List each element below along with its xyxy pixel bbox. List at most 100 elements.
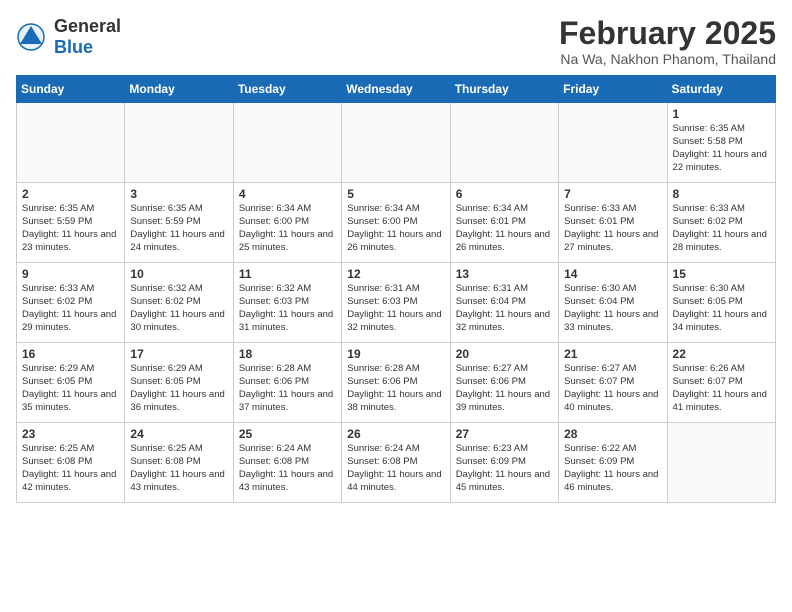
day-info: Sunrise: 6:24 AM Sunset: 6:08 PM Dayligh… xyxy=(239,443,336,494)
day-info: Sunrise: 6:30 AM Sunset: 6:04 PM Dayligh… xyxy=(564,283,661,334)
day-info: Sunrise: 6:29 AM Sunset: 6:05 PM Dayligh… xyxy=(22,363,119,414)
logo-icon xyxy=(16,22,46,52)
day-number: 6 xyxy=(456,187,553,201)
calendar-cell: 28 Sunrise: 6:22 AM Sunset: 6:09 PM Dayli… xyxy=(559,423,667,503)
calendar-cell xyxy=(450,103,558,183)
day-number: 3 xyxy=(130,187,227,201)
day-info: Sunrise: 6:33 AM Sunset: 6:01 PM Dayligh… xyxy=(564,203,661,254)
day-info: Sunrise: 6:35 AM Sunset: 5:59 PM Dayligh… xyxy=(22,203,119,254)
calendar-cell: 4 Sunrise: 6:34 AM Sunset: 6:00 PM Daylig… xyxy=(233,183,341,263)
calendar-cell xyxy=(559,103,667,183)
day-number: 4 xyxy=(239,187,336,201)
weekday-sunday: Sunday xyxy=(17,76,125,103)
day-number: 22 xyxy=(673,347,770,361)
weekday-header-row: SundayMondayTuesdayWednesdayThursdayFrid… xyxy=(17,76,776,103)
logo: General Blue xyxy=(16,16,121,58)
calendar-cell: 16Sunrise: 6:29 AM Sunset: 6:05 PM Dayli… xyxy=(17,343,125,423)
day-info: Sunrise: 6:28 AM Sunset: 6:06 PM Dayligh… xyxy=(239,363,336,414)
calendar-cell: 10 Sunrise: 6:32 AM Sunset: 6:02 PM Dayli… xyxy=(125,263,233,343)
day-number: 27 xyxy=(456,427,553,441)
day-info: Sunrise: 6:33 AM Sunset: 6:02 PM Dayligh… xyxy=(673,203,770,254)
calendar-cell: 23 Sunrise: 6:25 AM Sunset: 6:08 PM Dayli… xyxy=(17,423,125,503)
calendar-cell: 21 Sunrise: 6:27 AM Sunset: 6:07 PM Dayli… xyxy=(559,343,667,423)
calendar-cell: 22 Sunrise: 6:26 AM Sunset: 6:07 PM Dayli… xyxy=(667,343,775,423)
day-info: Sunrise: 6:27 AM Sunset: 6:07 PM Dayligh… xyxy=(564,363,661,414)
day-info: Sunrise: 6:34 AM Sunset: 6:00 PM Dayligh… xyxy=(239,203,336,254)
day-info: Sunrise: 6:29 AM Sunset: 6:05 PM Dayligh… xyxy=(130,363,227,414)
calendar-cell: 17 Sunrise: 6:29 AM Sunset: 6:05 PM Dayli… xyxy=(125,343,233,423)
title-block: February 2025 Na Wa, Nakhon Phanom, Thai… xyxy=(559,16,776,67)
calendar-cell: 9 Sunrise: 6:33 AM Sunset: 6:02 PM Daylig… xyxy=(17,263,125,343)
day-number: 11 xyxy=(239,267,336,281)
day-number: 12 xyxy=(347,267,444,281)
day-info: Sunrise: 6:35 AM Sunset: 5:59 PM Dayligh… xyxy=(130,203,227,254)
day-number: 21 xyxy=(564,347,661,361)
day-number: 14 xyxy=(564,267,661,281)
day-info: Sunrise: 6:26 AM Sunset: 6:07 PM Dayligh… xyxy=(673,363,770,414)
week-row-4: 16Sunrise: 6:29 AM Sunset: 6:05 PM Dayli… xyxy=(17,343,776,423)
calendar-cell: 14 Sunrise: 6:30 AM Sunset: 6:04 PM Dayli… xyxy=(559,263,667,343)
calendar-cell: 2 Sunrise: 6:35 AM Sunset: 5:59 PM Daylig… xyxy=(17,183,125,263)
calendar-cell: 7 Sunrise: 6:33 AM Sunset: 6:01 PM Daylig… xyxy=(559,183,667,263)
calendar-cell: 20 Sunrise: 6:27 AM Sunset: 6:06 PM Dayli… xyxy=(450,343,558,423)
day-number: 7 xyxy=(564,187,661,201)
calendar-cell: 3 Sunrise: 6:35 AM Sunset: 5:59 PM Daylig… xyxy=(125,183,233,263)
day-info: Sunrise: 6:22 AM Sunset: 6:09 PM Dayligh… xyxy=(564,443,661,494)
day-info: Sunrise: 6:34 AM Sunset: 6:01 PM Dayligh… xyxy=(456,203,553,254)
day-number: 24 xyxy=(130,427,227,441)
day-info: Sunrise: 6:32 AM Sunset: 6:03 PM Dayligh… xyxy=(239,283,336,334)
day-info: Sunrise: 6:31 AM Sunset: 6:03 PM Dayligh… xyxy=(347,283,444,334)
calendar-cell: 6 Sunrise: 6:34 AM Sunset: 6:01 PM Daylig… xyxy=(450,183,558,263)
calendar-cell: 8Sunrise: 6:33 AM Sunset: 6:02 PM Daylig… xyxy=(667,183,775,263)
weekday-tuesday: Tuesday xyxy=(233,76,341,103)
day-info: Sunrise: 6:30 AM Sunset: 6:05 PM Dayligh… xyxy=(673,283,770,334)
day-number: 9 xyxy=(22,267,119,281)
calendar-cell: 12 Sunrise: 6:31 AM Sunset: 6:03 PM Dayli… xyxy=(342,263,450,343)
day-number: 20 xyxy=(456,347,553,361)
day-info: Sunrise: 6:31 AM Sunset: 6:04 PM Dayligh… xyxy=(456,283,553,334)
day-info: Sunrise: 6:24 AM Sunset: 6:08 PM Dayligh… xyxy=(347,443,444,494)
day-info: Sunrise: 6:32 AM Sunset: 6:02 PM Dayligh… xyxy=(130,283,227,334)
day-number: 18 xyxy=(239,347,336,361)
day-number: 19 xyxy=(347,347,444,361)
day-info: Sunrise: 6:27 AM Sunset: 6:06 PM Dayligh… xyxy=(456,363,553,414)
day-info: Sunrise: 6:25 AM Sunset: 6:08 PM Dayligh… xyxy=(130,443,227,494)
day-number: 2 xyxy=(22,187,119,201)
weekday-wednesday: Wednesday xyxy=(342,76,450,103)
day-number: 13 xyxy=(456,267,553,281)
week-row-2: 2 Sunrise: 6:35 AM Sunset: 5:59 PM Daylig… xyxy=(17,183,776,263)
day-number: 10 xyxy=(130,267,227,281)
calendar-cell: 11 Sunrise: 6:32 AM Sunset: 6:03 PM Dayli… xyxy=(233,263,341,343)
month-title: February 2025 xyxy=(559,16,776,51)
weekday-thursday: Thursday xyxy=(450,76,558,103)
calendar-table: SundayMondayTuesdayWednesdayThursdayFrid… xyxy=(16,75,776,503)
calendar-cell xyxy=(17,103,125,183)
day-info: Sunrise: 6:35 AM Sunset: 5:58 PM Dayligh… xyxy=(673,123,770,174)
day-number: 23 xyxy=(22,427,119,441)
calendar-cell xyxy=(667,423,775,503)
calendar-cell: 18 Sunrise: 6:28 AM Sunset: 6:06 PM Dayli… xyxy=(233,343,341,423)
day-number: 5 xyxy=(347,187,444,201)
day-info: Sunrise: 6:33 AM Sunset: 6:02 PM Dayligh… xyxy=(22,283,119,334)
calendar-cell: 15Sunrise: 6:30 AM Sunset: 6:05 PM Dayli… xyxy=(667,263,775,343)
calendar-cell: 1 Sunrise: 6:35 AM Sunset: 5:58 PM Daylig… xyxy=(667,103,775,183)
day-number: 25 xyxy=(239,427,336,441)
weekday-friday: Friday xyxy=(559,76,667,103)
day-info: Sunrise: 6:34 AM Sunset: 6:00 PM Dayligh… xyxy=(347,203,444,254)
day-info: Sunrise: 6:25 AM Sunset: 6:08 PM Dayligh… xyxy=(22,443,119,494)
day-number: 28 xyxy=(564,427,661,441)
calendar-cell: 5 Sunrise: 6:34 AM Sunset: 6:00 PM Daylig… xyxy=(342,183,450,263)
day-number: 26 xyxy=(347,427,444,441)
day-number: 1 xyxy=(673,107,770,121)
day-number: 17 xyxy=(130,347,227,361)
calendar-cell xyxy=(125,103,233,183)
logo-general: General xyxy=(54,16,121,36)
day-info: Sunrise: 6:23 AM Sunset: 6:09 PM Dayligh… xyxy=(456,443,553,494)
calendar-cell: 27 Sunrise: 6:23 AM Sunset: 6:09 PM Dayli… xyxy=(450,423,558,503)
calendar-cell: 25 Sunrise: 6:24 AM Sunset: 6:08 PM Dayli… xyxy=(233,423,341,503)
calendar-cell: 19 Sunrise: 6:28 AM Sunset: 6:06 PM Dayli… xyxy=(342,343,450,423)
week-row-5: 23 Sunrise: 6:25 AM Sunset: 6:08 PM Dayli… xyxy=(17,423,776,503)
day-info: Sunrise: 6:28 AM Sunset: 6:06 PM Dayligh… xyxy=(347,363,444,414)
calendar-cell: 13 Sunrise: 6:31 AM Sunset: 6:04 PM Dayli… xyxy=(450,263,558,343)
page-header: General Blue February 2025 Na Wa, Nakhon… xyxy=(16,16,776,67)
